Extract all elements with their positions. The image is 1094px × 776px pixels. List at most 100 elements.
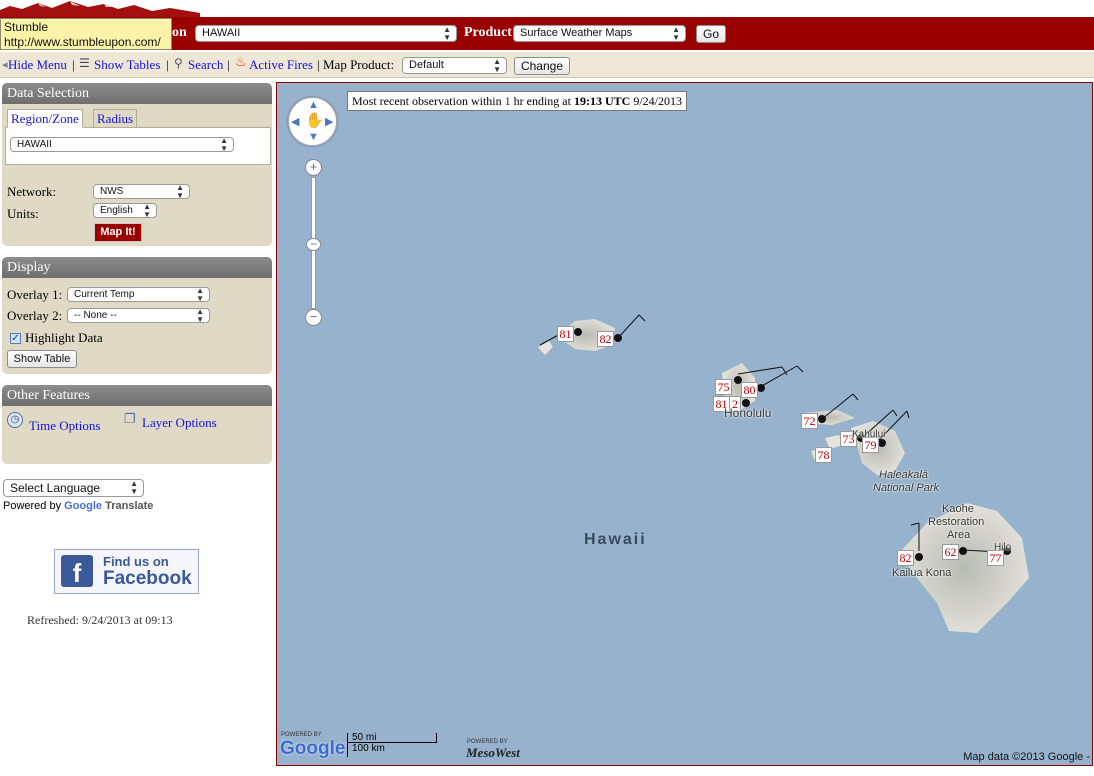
translate-text: Translate <box>105 500 154 512</box>
highlight-data-checkbox[interactable]: ✓ <box>10 333 21 344</box>
station-temp[interactable]: 80 <box>741 382 758 398</box>
other-features-panel: Other Features ◷ Time Options ❐ Layer Op… <box>2 385 272 464</box>
stumbleupon-tooltip: Stumble http://www.stumbleupon.com/ <box>0 18 172 50</box>
map-product-select[interactable]: Default ▲ ▼ <box>402 57 507 74</box>
time-options-link[interactable]: Time Options <box>29 418 100 434</box>
overlay1-label: Overlay 1: <box>7 287 63 302</box>
separator: | <box>317 57 320 72</box>
mountain-logo <box>0 1 200 18</box>
search-link[interactable]: Search <box>188 57 223 73</box>
powered-by-text: Powered by <box>3 500 62 512</box>
kailua-kona-label: Kailua Kona <box>892 567 952 579</box>
pan-down-icon[interactable]: ▼ <box>308 131 319 143</box>
select-arrows-icon: ▲ ▼ <box>176 182 184 200</box>
network-select-value: NWS <box>100 186 124 197</box>
island-landmasses <box>538 314 1029 633</box>
active-fires-link[interactable]: Active Fires <box>249 57 313 73</box>
scale-bar-km: 100 km <box>347 743 437 757</box>
google-logo[interactable]: Google <box>280 738 345 760</box>
panel-title: Data Selection <box>2 83 272 104</box>
change-button[interactable]: Change <box>514 57 570 75</box>
product-label: Product <box>464 25 512 40</box>
show-tables-link[interactable]: Show Tables <box>94 57 160 73</box>
tab-radius[interactable]: Radius <box>93 109 138 128</box>
pan-left-icon[interactable]: ◀ <box>291 115 299 128</box>
station-temp[interactable]: 78 <box>815 447 832 463</box>
back-arrow-icon: ◂ <box>2 59 8 71</box>
data-selection-panel: Data Selection Region/Zone Radius HAWAII… <box>2 83 272 246</box>
kaohe-label-3: Area <box>947 529 971 541</box>
tab-region-zone[interactable]: Region/Zone <box>7 109 83 128</box>
scale-mi-text: 50 mi <box>352 732 377 743</box>
scale-bar-mi: 50 mi <box>347 733 437 743</box>
overlay2-select[interactable]: -- None -- ▲ ▼ <box>67 306 210 324</box>
network-select[interactable]: NWS ▲ ▼ <box>93 182 190 200</box>
units-label: Units: <box>7 206 39 221</box>
niihau-island <box>538 341 553 355</box>
region-select[interactable]: HAWAII ▲ ▼ <box>195 25 457 42</box>
pan-right-icon[interactable]: ▶ <box>325 115 333 128</box>
highlight-data-label: Highlight Data <box>25 330 103 345</box>
obs-prefix: Most recent observation within <box>352 94 502 108</box>
clock-icon: ◷ <box>7 412 23 428</box>
layers-icon: ❐ <box>124 411 136 426</box>
powered-by-google-translate: Powered by Google Translate <box>3 500 153 512</box>
zone-select[interactable]: HAWAII ▲ ▼ <box>10 135 234 153</box>
tooltip-url: http://www.stumbleupon.com/ <box>4 35 161 49</box>
map-product-value: Default <box>409 59 444 71</box>
station-temp[interactable]: 81 <box>557 326 574 342</box>
weather-map[interactable]: Most recent observation within 1 hr endi… <box>276 82 1093 766</box>
facebook-text: Facebook <box>103 568 192 589</box>
select-arrows-icon: ▲ ▼ <box>220 135 228 153</box>
station-temp[interactable]: 75 <box>715 379 732 395</box>
hide-menu-link[interactable]: Hide Menu <box>8 57 67 73</box>
facebook-icon: f <box>61 555 93 588</box>
mesowest-logo[interactable]: MesoWest <box>466 745 520 761</box>
show-table-button[interactable]: Show Table <box>7 350 77 368</box>
zoom-in-button[interactable]: + <box>305 159 322 176</box>
hand-icon: ✋ <box>305 113 324 129</box>
language-select-value: Select Language <box>10 481 101 495</box>
station-temp[interactable]: 62 <box>942 544 959 560</box>
select-language-dropdown[interactable]: Select Language ▲ ▼ <box>3 479 144 497</box>
facebook-badge[interactable]: f Find us on Facebook <box>54 549 199 594</box>
station-temp[interactable]: 82 <box>597 331 614 347</box>
overlay2-select-value: -- None -- <box>74 310 117 321</box>
product-select[interactable]: Surface Weather Maps ▲ ▼ <box>513 25 686 42</box>
go-button[interactable]: Go <box>696 25 726 43</box>
product-select-value: Surface Weather Maps <box>520 27 633 39</box>
select-arrows-icon: ▲ ▼ <box>196 285 204 303</box>
layer-options-link[interactable]: Layer Options <box>142 415 217 431</box>
station-temp[interactable]: 72 <box>801 413 818 429</box>
region-select-value: HAWAII <box>202 27 241 39</box>
haleakala-label-1: Haleakalā <box>879 469 928 481</box>
station-temp[interactable]: 82 <box>897 550 914 566</box>
select-arrows-icon: ▲ ▼ <box>493 56 501 74</box>
pan-control[interactable]: ▲ ▼ ◀ ▶ ✋ <box>288 97 337 146</box>
zoom-out-button[interactable]: − <box>305 309 322 326</box>
network-label: Network: <box>7 184 57 199</box>
zoom-slider-handle[interactable]: − <box>306 238 321 251</box>
honolulu-label: Honolulu <box>724 406 772 420</box>
google-text: Google <box>64 500 103 512</box>
hilo-label: Hilo <box>994 542 1012 553</box>
select-arrows-icon: ▲ ▼ <box>672 24 680 42</box>
units-select[interactable]: English ▲ ▼ <box>93 202 157 218</box>
display-panel: Display Overlay 1: Current Temp ▲ ▼ Overl… <box>2 257 272 374</box>
pan-up-icon[interactable]: ▲ <box>308 99 319 111</box>
separator: | <box>72 57 75 72</box>
map-data-attribution[interactable]: Map data ©2013 Google - <box>963 751 1090 763</box>
overlay1-select[interactable]: Current Temp ▲ ▼ <box>67 285 210 303</box>
obs-date: 9/24/2013 <box>633 94 682 108</box>
zone-select-value: HAWAII <box>17 139 52 150</box>
map-product-label: Map Product: <box>323 57 395 72</box>
haleakala-label-2: National Park <box>873 482 940 494</box>
hawaii-label: Hawaii <box>584 531 647 548</box>
map-it-button[interactable]: Map It! <box>94 223 142 242</box>
select-arrows-icon: ▲ ▼ <box>196 306 204 324</box>
units-select-value: English <box>100 205 133 216</box>
region-label: on <box>172 25 187 40</box>
overlay1-select-value: Current Temp <box>74 289 135 300</box>
observation-banner: Most recent observation within 1 hr endi… <box>347 91 687 111</box>
find-us-text: Find us on <box>103 554 169 569</box>
